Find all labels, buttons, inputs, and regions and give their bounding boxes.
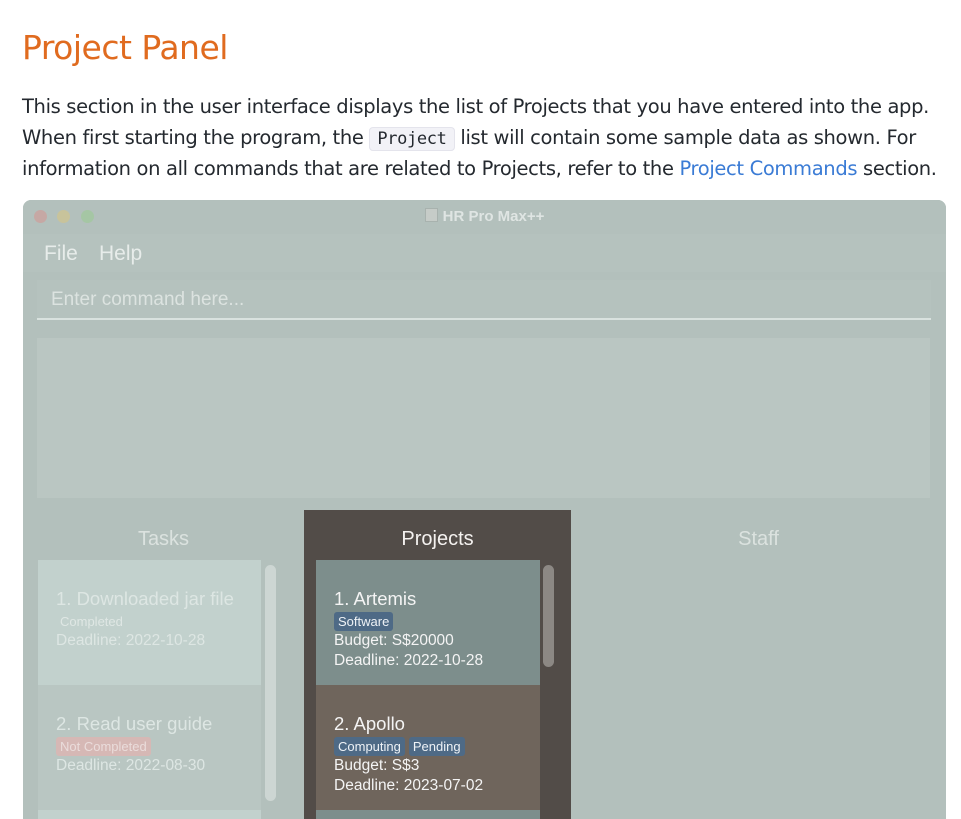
status-badge: Completed [60,614,123,629]
tasks-header: Tasks [137,528,190,550]
status-badge: Not Completed [56,737,151,756]
tasks-scrollbar[interactable] [265,565,276,801]
window-title-text: HR Pro Max++ [442,208,545,225]
window-title: HR Pro Max++ [23,208,946,225]
page-title: Project Panel [22,28,228,67]
project-card[interactable]: 2. Apollo Computing Pending Budget: S$3 D… [316,685,540,810]
menu-bar: File Help [23,234,946,272]
project-budget: Budget: S$20000 [334,632,454,649]
project-card-partial[interactable] [316,810,540,819]
project-title: 1. Artemis [334,588,417,609]
window-titlebar: HR Pro Max++ [23,200,946,234]
inline-code: Project [369,126,455,151]
menu-file[interactable]: File [44,242,78,266]
task-title: 2. Read user guide [56,713,213,734]
project-card[interactable]: 1. Artemis Software Budget: S$20000 Dead… [316,560,540,685]
menu-help[interactable]: Help [99,242,142,266]
project-tag: Software [334,612,394,631]
task-card[interactable]: 1. Downloaded jar file Completed Deadlin… [38,560,261,685]
command-input[interactable]: Enter command here... [37,280,931,320]
task-deadline: Deadline: 2022-08-30 [56,757,206,774]
project-title: 2. Apollo [334,713,405,734]
project-deadline: Deadline: 2022-10-28 [334,652,484,669]
staff-header: Staff [738,528,779,550]
projects-panel: Projects 1. Artemis Software Budget: S$2… [304,510,571,819]
description-paragraph: This section in the user interface displ… [22,92,947,185]
task-deadline: Deadline: 2022-10-28 [56,632,206,649]
projects-scrollbar[interactable] [543,565,554,667]
project-tag: Pending [408,737,465,756]
project-tag: Computing [334,737,405,756]
project-budget: Budget: S$3 [334,757,420,774]
para-text-3: section. [857,157,937,180]
task-title: 1. Downloaded jar file [56,588,234,609]
app-screenshot: HR Pro Max++ File Help Enter command her… [23,200,946,819]
projects-header: Projects [401,528,474,550]
project-commands-link[interactable]: Project Commands [679,157,857,180]
project-deadline: Deadline: 2023-07-02 [334,777,484,794]
staff-panel: Staff [571,510,946,819]
result-display [37,338,930,498]
task-card-partial[interactable] [38,810,261,819]
app-icon [424,208,438,222]
task-card[interactable]: 2. Read user guide Not Completed Deadlin… [38,685,261,810]
tasks-panel: Tasks 1. Downloaded jar file Completed D… [23,510,304,819]
